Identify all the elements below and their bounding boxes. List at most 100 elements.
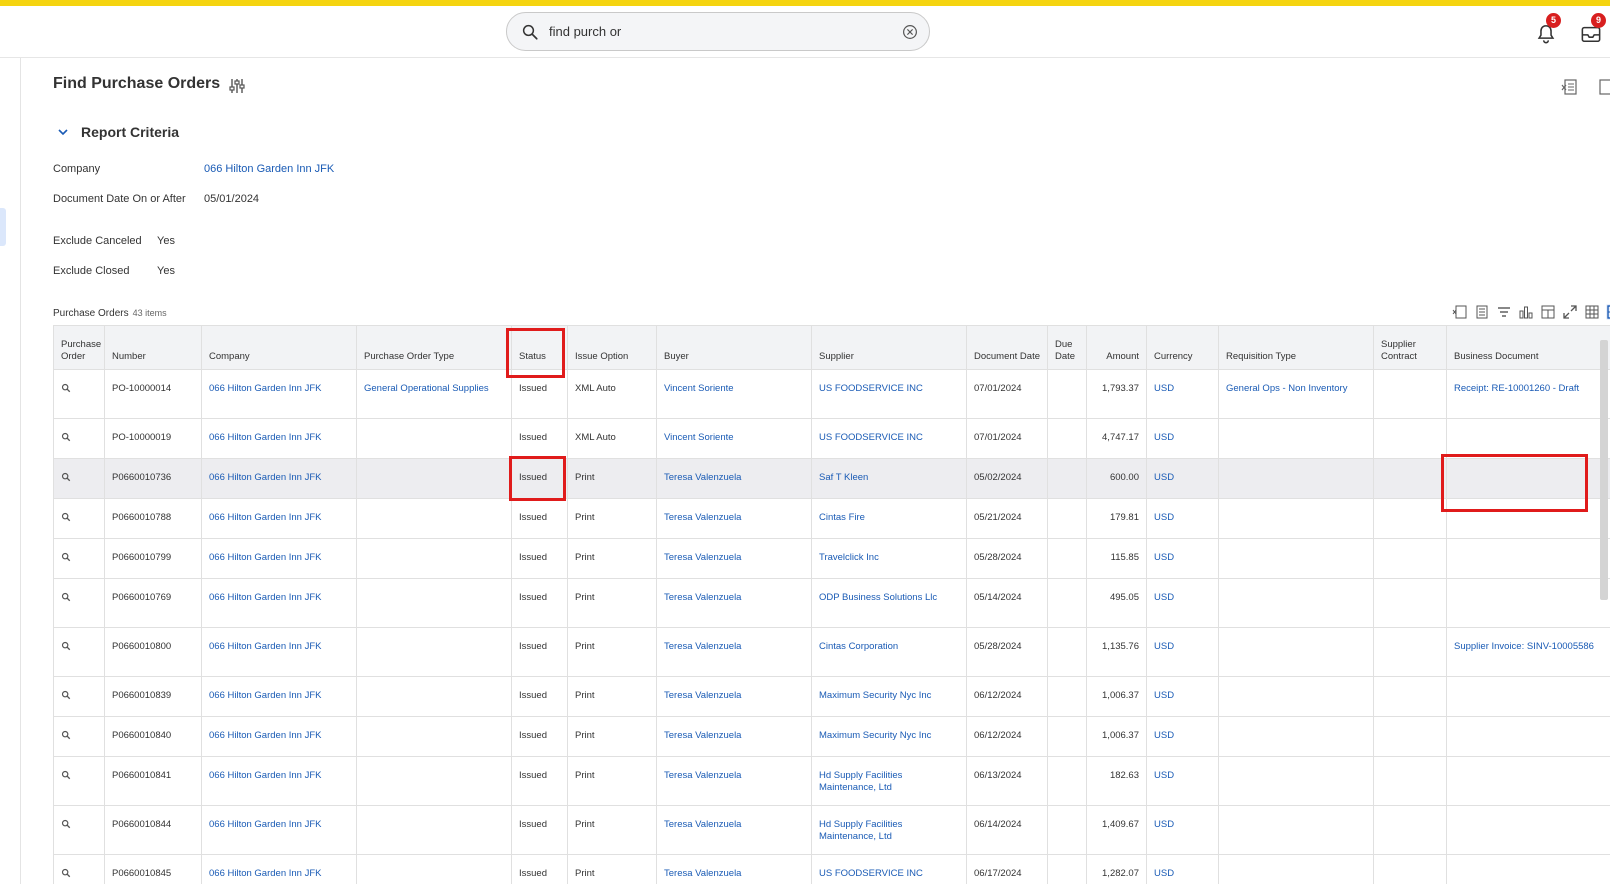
po-type-cell-text[interactable]: General Operational Supplies	[364, 383, 489, 394]
magnifier-icon[interactable]	[61, 512, 71, 522]
view-details-cell[interactable]	[53, 805, 105, 855]
export-excel-icon[interactable]	[1561, 78, 1579, 96]
buyer-cell-text[interactable]: Teresa Valenzuela	[664, 819, 741, 830]
buyer-cell-text[interactable]: Teresa Valenzuela	[664, 690, 741, 701]
magnifier-icon[interactable]	[61, 472, 71, 482]
grid-view-icon[interactable]	[1606, 304, 1610, 320]
currency-cell-text[interactable]: USD	[1154, 552, 1174, 563]
buyer-cell-text[interactable]: Teresa Valenzuela	[664, 641, 741, 652]
business-document-cell-text[interactable]: Supplier Invoice: SINV-10005586	[1454, 641, 1594, 652]
magnifier-icon[interactable]	[61, 690, 71, 700]
currency-cell-text[interactable]: USD	[1154, 641, 1174, 652]
view-details-cell[interactable]	[53, 538, 105, 579]
currency-cell-text[interactable]: USD	[1154, 432, 1174, 443]
table-row[interactable]: P0660010844 066 Hilton Garden Inn JFK Issu…	[53, 805, 1610, 855]
table-row[interactable]: P0660010799 066 Hilton Garden Inn JFK Issu…	[53, 538, 1610, 579]
column-header[interactable]: Buyer	[656, 325, 812, 370]
view-details-cell[interactable]	[53, 854, 105, 884]
company-cell-text[interactable]: 066 Hilton Garden Inn JFK	[209, 432, 321, 443]
column-header[interactable]: Currency	[1146, 325, 1219, 370]
magnifier-icon[interactable]	[61, 819, 71, 829]
column-header[interactable]: Document Date	[966, 325, 1048, 370]
filter-settings-icon[interactable]	[228, 77, 246, 95]
column-header[interactable]: Purchase Order Type	[356, 325, 512, 370]
magnifier-icon[interactable]	[61, 641, 71, 651]
table-view-icon[interactable]	[1584, 304, 1600, 320]
column-header[interactable]: Amount	[1086, 325, 1147, 370]
currency-cell-text[interactable]: USD	[1154, 383, 1174, 394]
supplier-cell-text[interactable]: Hd Supply Facilities Maintenance, Ltd	[819, 770, 902, 793]
chart-icon[interactable]	[1518, 304, 1534, 320]
table-row[interactable]: P0660010736 066 Hilton Garden Inn JFK Issu…	[53, 458, 1610, 499]
column-layout-icon[interactable]	[1540, 304, 1556, 320]
currency-cell-text[interactable]: USD	[1154, 819, 1174, 830]
currency-cell-text[interactable]: USD	[1154, 690, 1174, 701]
supplier-cell-text[interactable]: Travelclick Inc	[819, 552, 879, 563]
supplier-cell-text[interactable]: Maximum Security Nyc Inc	[819, 730, 931, 741]
view-details-cell[interactable]	[53, 627, 105, 677]
magnifier-icon[interactable]	[61, 592, 71, 602]
currency-cell-text[interactable]: USD	[1154, 868, 1174, 879]
company-link[interactable]: 066 Hilton Garden Inn JFK	[204, 163, 334, 175]
magnifier-icon[interactable]	[61, 383, 71, 393]
supplier-cell-text[interactable]: Saf T Kleen	[819, 472, 868, 483]
view-details-cell[interactable]	[53, 369, 105, 419]
company-cell-text[interactable]: 066 Hilton Garden Inn JFK	[209, 730, 321, 741]
table-row[interactable]: P0660010788 066 Hilton Garden Inn JFK Issu…	[53, 498, 1610, 539]
table-row[interactable]: PO-10000019 066 Hilton Garden Inn JFK Issu…	[53, 418, 1610, 459]
view-details-cell[interactable]	[53, 756, 105, 806]
company-cell-text[interactable]: 066 Hilton Garden Inn JFK	[209, 770, 321, 781]
supplier-cell-text[interactable]: Cintas Fire	[819, 512, 865, 523]
table-row[interactable]: PO-10000014 066 Hilton Garden Inn JFK Gene…	[53, 369, 1610, 419]
buyer-cell-text[interactable]: Teresa Valenzuela	[664, 472, 741, 483]
currency-cell-text[interactable]: USD	[1154, 512, 1174, 523]
magnifier-icon[interactable]	[61, 770, 71, 780]
column-header[interactable]: Supplier Contract	[1373, 325, 1447, 370]
vertical-scrollbar[interactable]	[1600, 340, 1608, 600]
column-header[interactable]: Company	[201, 325, 357, 370]
supplier-cell-text[interactable]: ODP Business Solutions Llc	[819, 592, 937, 603]
magnifier-icon[interactable]	[61, 432, 71, 442]
company-cell-text[interactable]: 066 Hilton Garden Inn JFK	[209, 690, 321, 701]
supplier-cell-text[interactable]: Cintas Corporation	[819, 641, 898, 652]
column-header[interactable]: Business Document	[1446, 325, 1610, 370]
table-row[interactable]: P0660010845 066 Hilton Garden Inn JFK Issu…	[53, 854, 1610, 884]
buyer-cell-text[interactable]: Teresa Valenzuela	[664, 730, 741, 741]
table-row[interactable]: P0660010769 066 Hilton Garden Inn JFK Issu…	[53, 578, 1610, 628]
view-details-cell[interactable]	[53, 578, 105, 628]
view-details-cell[interactable]	[53, 676, 105, 717]
buyer-cell-text[interactable]: Teresa Valenzuela	[664, 552, 741, 563]
magnifier-icon[interactable]	[61, 868, 71, 878]
buyer-cell-text[interactable]: Vincent Soriente	[664, 432, 734, 443]
search-bar[interactable]: find purch or	[506, 12, 930, 51]
supplier-cell-text[interactable]: US FOODSERVICE INC	[819, 383, 923, 394]
company-cell-text[interactable]: 066 Hilton Garden Inn JFK	[209, 552, 321, 563]
currency-cell-text[interactable]: USD	[1154, 472, 1174, 483]
company-cell-text[interactable]: 066 Hilton Garden Inn JFK	[209, 383, 321, 394]
company-cell-text[interactable]: 066 Hilton Garden Inn JFK	[209, 592, 321, 603]
currency-cell-text[interactable]: USD	[1154, 592, 1174, 603]
company-cell-text[interactable]: 066 Hilton Garden Inn JFK	[209, 472, 321, 483]
view-details-cell[interactable]	[53, 418, 105, 459]
buyer-cell-text[interactable]: Teresa Valenzuela	[664, 512, 741, 523]
export-excel-icon[interactable]	[1452, 304, 1468, 320]
view-details-cell[interactable]	[53, 716, 105, 757]
magnifier-icon[interactable]	[61, 730, 71, 740]
column-header[interactable]: Due Date	[1047, 325, 1087, 370]
supplier-cell-text[interactable]: Hd Supply Facilities Maintenance, Ltd	[819, 819, 902, 842]
search-input[interactable]: find purch or	[549, 24, 621, 39]
supplier-cell-text[interactable]: US FOODSERVICE INC	[819, 432, 923, 443]
column-header[interactable]: Issue Option	[567, 325, 657, 370]
view-details-cell[interactable]	[53, 458, 105, 499]
company-cell-text[interactable]: 066 Hilton Garden Inn JFK	[209, 819, 321, 830]
buyer-cell-text[interactable]: Teresa Valenzuela	[664, 868, 741, 879]
company-cell-text[interactable]: 066 Hilton Garden Inn JFK	[209, 512, 321, 523]
company-cell-text[interactable]: 066 Hilton Garden Inn JFK	[209, 641, 321, 652]
currency-cell-text[interactable]: USD	[1154, 730, 1174, 741]
column-header[interactable]: Supplier	[811, 325, 967, 370]
table-row[interactable]: P0660010839 066 Hilton Garden Inn JFK Issu…	[53, 676, 1610, 717]
magnifier-icon[interactable]	[61, 552, 71, 562]
expand-icon[interactable]	[1562, 304, 1578, 320]
chevron-down-icon[interactable]	[56, 125, 70, 139]
left-nav-tab[interactable]	[0, 208, 6, 246]
